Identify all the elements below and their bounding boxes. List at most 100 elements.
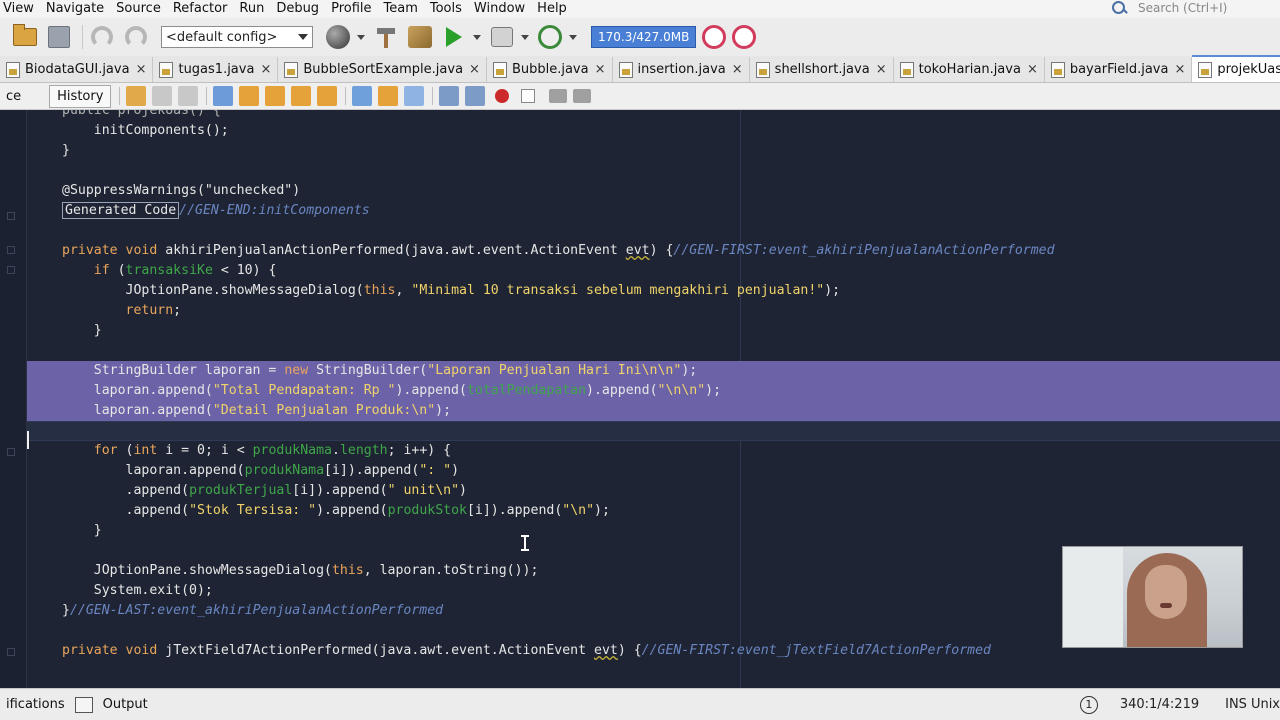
- stop-macro-icon[interactable]: [521, 89, 536, 103]
- line-ending[interactable]: Unix: [1251, 697, 1280, 712]
- redo-button[interactable]: [121, 22, 151, 52]
- code-line[interactable]: }: [27, 141, 1280, 161]
- code-line[interactable]: for (int i = 0; i < produkNama.length; i…: [27, 441, 1280, 461]
- menu-tools[interactable]: Tools: [425, 1, 469, 17]
- menu-source[interactable]: Source: [111, 1, 168, 17]
- chevron-down-icon[interactable]: [521, 34, 529, 40]
- search-icon[interactable]: [1110, 0, 1130, 16]
- code-line[interactable]: .append(produkTerjual[i]).append(" unit\…: [27, 481, 1280, 501]
- code-line-selected[interactable]: laporan.append("Detail Penjualan Produk:…: [27, 401, 1280, 421]
- back-icon[interactable]: [126, 86, 147, 106]
- menu-navigate[interactable]: Navigate: [41, 1, 111, 17]
- notifications-tab[interactable]: ifications: [0, 697, 71, 712]
- close-icon[interactable]: ×: [260, 62, 271, 77]
- last-edit-icon[interactable]: [178, 86, 199, 106]
- config-dropdown[interactable]: <default config>: [161, 26, 313, 48]
- run-button[interactable]: [439, 22, 469, 52]
- code-line-current[interactable]: [27, 421, 1280, 441]
- chevron-down-icon[interactable]: [473, 34, 481, 40]
- tab-tokoharian[interactable]: tokoHarian.java ×: [894, 57, 1045, 82]
- profiler-snapshot-icon[interactable]: [732, 25, 757, 49]
- tab-tugas1[interactable]: tugas1.java ×: [153, 57, 279, 82]
- close-icon[interactable]: ×: [876, 62, 887, 77]
- close-icon[interactable]: ×: [1174, 62, 1185, 77]
- tab-biodatagui[interactable]: BiodataGUI.java ×: [0, 57, 154, 82]
- save-all-button[interactable]: [44, 22, 74, 52]
- build-button[interactable]: [371, 22, 401, 52]
- code-line[interactable]: public projekUas() {: [27, 110, 1280, 121]
- profile-button[interactable]: [535, 22, 565, 52]
- fold-icon[interactable]: [7, 266, 15, 274]
- generated-code-fold[interactable]: Generated Code: [62, 202, 180, 219]
- find-icon[interactable]: [213, 86, 234, 106]
- debug-button[interactable]: [487, 22, 517, 52]
- tab-projekuas[interactable]: projekUas.java×: [1192, 55, 1280, 82]
- code-line[interactable]: @SuppressWarnings("unchecked"): [27, 181, 1280, 201]
- code-line[interactable]: JOptionPane.showMessageDialog(this, "Min…: [27, 281, 1280, 301]
- fold-icon[interactable]: [7, 648, 15, 656]
- find-next-icon[interactable]: [265, 86, 286, 106]
- insert-mode[interactable]: INS: [1225, 697, 1247, 712]
- previous-bookmark-icon[interactable]: [352, 86, 373, 106]
- code-line[interactable]: if (transaksiKe < 10) {: [27, 261, 1280, 281]
- tab-insertion[interactable]: insertion.java ×: [613, 57, 750, 82]
- tab-bayarfield[interactable]: bayarField.java ×: [1045, 57, 1193, 82]
- code-line[interactable]: }: [27, 321, 1280, 341]
- tab-source[interactable]: ce: [0, 86, 27, 107]
- code-line[interactable]: }: [27, 521, 1280, 541]
- menu-window[interactable]: Window: [469, 1, 532, 17]
- memory-indicator[interactable]: 170.3/427.0MB: [591, 26, 697, 48]
- next-bookmark-icon[interactable]: [378, 86, 399, 106]
- record-macro-icon[interactable]: [495, 89, 510, 103]
- menu-run[interactable]: Run: [234, 1, 271, 17]
- fold-icon[interactable]: [7, 212, 15, 220]
- code-line[interactable]: Generated Code//GEN-END:initComponents: [27, 201, 1280, 221]
- menu-profile[interactable]: Profile: [326, 1, 378, 17]
- tab-shellshort[interactable]: shellshort.java ×: [750, 57, 894, 82]
- new-project-button[interactable]: [10, 22, 40, 52]
- code-line-selected[interactable]: laporan.append("Total Pendapatan: Rp ").…: [27, 381, 1280, 401]
- toggle-bookmark-icon[interactable]: [404, 86, 425, 106]
- search-box[interactable]: Search (Ctrl+I): [1110, 0, 1280, 16]
- garbage-collect-icon[interactable]: [702, 25, 727, 49]
- uncomment-icon[interactable]: [573, 89, 592, 103]
- close-icon[interactable]: ×: [136, 62, 147, 77]
- clean-build-button[interactable]: [405, 22, 435, 52]
- close-icon[interactable]: ×: [595, 62, 606, 77]
- close-icon[interactable]: ×: [469, 62, 480, 77]
- toggle-highlight-icon[interactable]: [317, 86, 338, 106]
- code-line[interactable]: initComponents();: [27, 121, 1280, 141]
- tab-history[interactable]: History: [49, 84, 112, 108]
- forward-icon[interactable]: [152, 86, 173, 106]
- menu-team[interactable]: Team: [379, 1, 425, 17]
- find-previous-icon[interactable]: [239, 86, 260, 106]
- shift-left-icon[interactable]: [439, 86, 460, 106]
- chevron-down-icon[interactable]: [357, 34, 365, 40]
- close-icon[interactable]: ×: [732, 62, 743, 77]
- menu-help[interactable]: Help: [532, 1, 574, 17]
- tab-bubblesortexample[interactable]: BubbleSortExample.java ×: [278, 57, 487, 82]
- code-line[interactable]: .append("Stok Tersisa: ").append(produkS…: [27, 501, 1280, 521]
- code-line-selected[interactable]: StringBuilder laporan = new StringBuilde…: [27, 361, 1280, 381]
- menu-debug[interactable]: Debug: [271, 1, 326, 17]
- output-icon[interactable]: [74, 696, 93, 713]
- code-line[interactable]: return;: [27, 301, 1280, 321]
- shift-right-icon[interactable]: [465, 86, 486, 106]
- fold-icon[interactable]: [7, 448, 15, 456]
- close-icon[interactable]: ×: [1027, 62, 1038, 77]
- chevron-down-icon[interactable]: [569, 34, 577, 40]
- undo-button[interactable]: [87, 22, 117, 52]
- fold-icon[interactable]: [7, 246, 15, 254]
- code-line[interactable]: private void akhiriPenjualanActionPerfor…: [27, 241, 1280, 261]
- tab-bubble[interactable]: Bubble.java ×: [487, 57, 613, 82]
- menu-view[interactable]: View: [0, 1, 41, 17]
- notification-count-badge[interactable]: 1: [1079, 695, 1098, 714]
- search-placeholder[interactable]: Search (Ctrl+I): [1138, 1, 1227, 15]
- code-line[interactable]: laporan.append(produkNama[i]).append(": …: [27, 461, 1280, 481]
- comment-icon[interactable]: [549, 89, 568, 103]
- find-selection-icon[interactable]: [291, 86, 312, 106]
- menu-refactor[interactable]: Refactor: [168, 1, 235, 17]
- globe-button[interactable]: [323, 22, 353, 52]
- output-tab[interactable]: Output: [97, 697, 154, 712]
- editor-gutter[interactable]: [0, 110, 27, 688]
